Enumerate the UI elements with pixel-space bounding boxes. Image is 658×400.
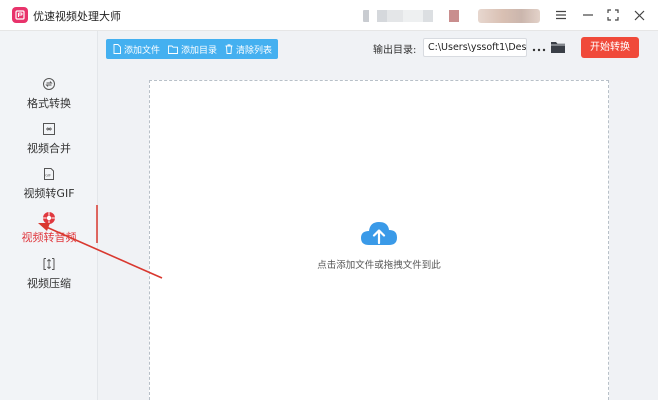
add-folder-button[interactable]: 添加目录 — [168, 39, 217, 59]
audio-icon — [43, 212, 55, 224]
compress-icon — [43, 258, 55, 270]
folder-icon — [168, 45, 178, 54]
blurred-user-avatar[interactable] — [478, 9, 540, 23]
sidebar-item-label: 视频压缩 — [27, 277, 71, 290]
sidebar-item-video-compress[interactable]: 视频压缩 — [0, 257, 98, 299]
output-dir-label: 输出目录: — [373, 45, 417, 56]
add-file-button[interactable]: 添加文件 — [113, 39, 160, 59]
gif-icon: GIF — [44, 168, 54, 180]
sidebar-item-label: 视频合并 — [27, 142, 71, 155]
sidebar-item-label: 视频转GIF — [23, 187, 75, 200]
minimize-icon[interactable] — [577, 5, 599, 25]
format-convert-icon — [43, 78, 55, 90]
sidebar-item-video-merge[interactable]: 视频合并 — [0, 122, 98, 164]
clear-list-button[interactable]: 清除列表 — [225, 39, 272, 59]
video-merge-icon — [43, 123, 55, 135]
file-icon — [113, 44, 121, 54]
app-title: 优速视频处理大师 — [33, 10, 121, 23]
sidebar-item-label: 视频转音频 — [21, 231, 77, 244]
trash-icon — [225, 44, 233, 54]
add-folder-label: 添加目录 — [181, 45, 218, 56]
add-file-label: 添加文件 — [124, 45, 161, 56]
sidebar: 格式转换 视频合并 GIF 视频转GIF 视频转音频 视频压缩 — [0, 31, 98, 400]
fullscreen-icon[interactable] — [602, 5, 624, 25]
file-drop-zone[interactable]: 点击添加文件或拖拽文件到此 — [149, 80, 609, 400]
cloud-upload-icon — [361, 222, 397, 245]
app-logo — [12, 7, 28, 23]
start-convert-button[interactable]: 开始转换 — [581, 37, 639, 58]
clear-list-label: 清除列表 — [236, 45, 273, 56]
sidebar-item-label: 格式转换 — [27, 97, 71, 110]
open-folder-icon[interactable] — [550, 39, 566, 55]
output-dir-field[interactable]: C:\Users\yssoft1\Deskt — [423, 38, 527, 57]
file-toolbar: 添加文件 添加目录 清除列表 — [106, 39, 278, 59]
svg-text:GIF: GIF — [45, 174, 51, 178]
drop-hint-text: 点击添加文件或拖拽文件到此 — [317, 260, 441, 271]
sidebar-item-format-convert[interactable]: 格式转换 — [0, 77, 98, 119]
sidebar-item-video-to-gif[interactable]: GIF 视频转GIF — [0, 167, 98, 209]
blurred-account-info — [363, 10, 463, 22]
sidebar-item-video-to-audio[interactable]: 视频转音频 — [0, 211, 98, 253]
menu-icon[interactable] — [550, 5, 572, 25]
more-options-icon[interactable] — [532, 41, 546, 53]
title-bar: 优速视频处理大师 — [0, 0, 658, 31]
close-icon[interactable] — [628, 5, 650, 25]
